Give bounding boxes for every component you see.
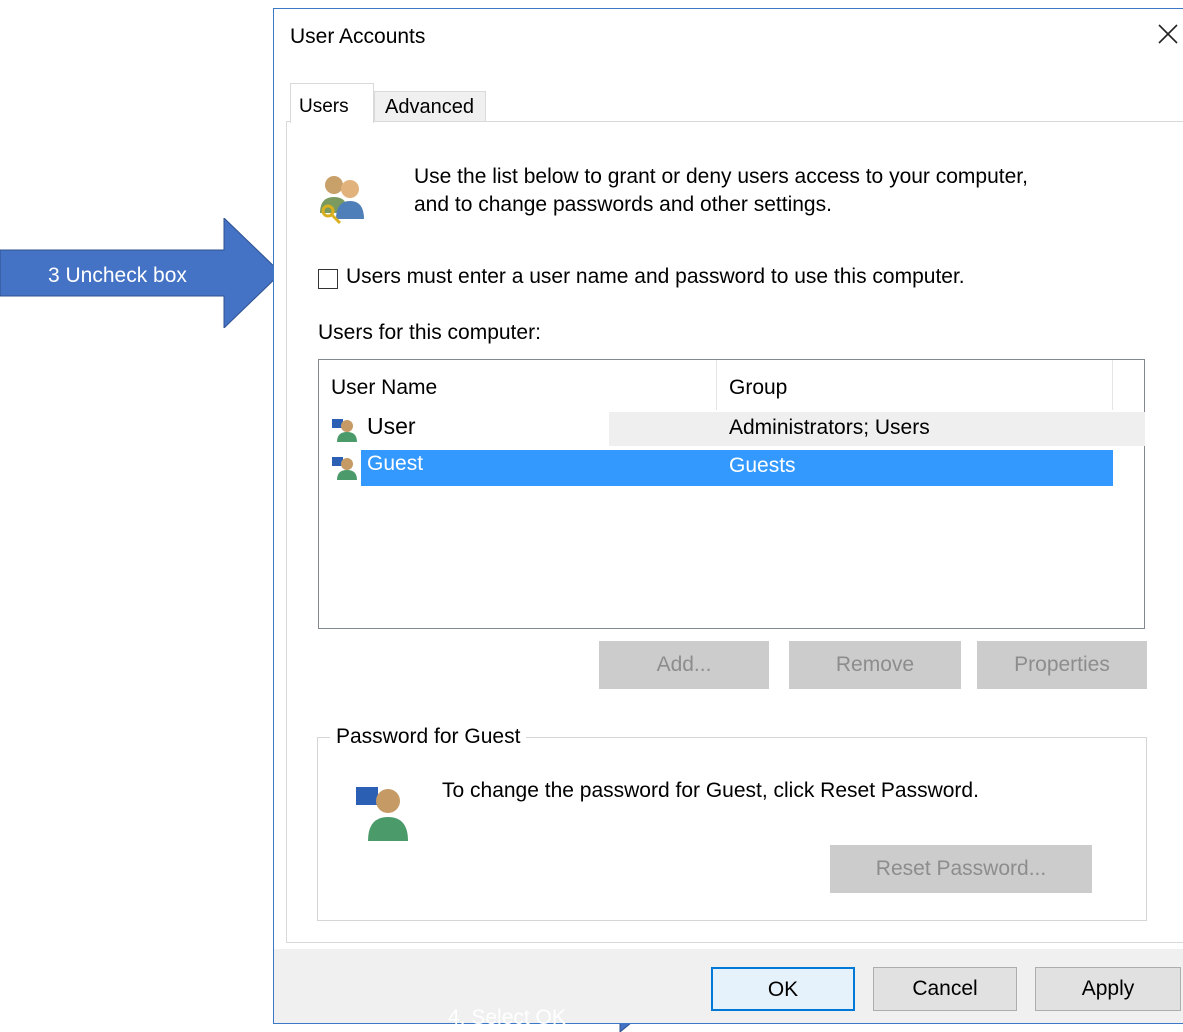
users-keys-icon xyxy=(320,176,364,225)
intro-line-1: Use the list below to grant or deny user… xyxy=(414,165,1028,188)
row-user-name: User xyxy=(367,413,416,439)
password-group-legend: Password for Guest xyxy=(330,725,527,749)
row-group: Guests xyxy=(729,454,796,477)
table-row[interactable]: Guest Guests xyxy=(319,450,1146,486)
row-group: Administrators; Users xyxy=(729,416,930,439)
column-header-user-name[interactable]: User Name xyxy=(319,360,717,410)
close-button[interactable] xyxy=(1147,13,1183,57)
guest-user-icon xyxy=(356,787,408,841)
window-title: User Accounts xyxy=(290,25,426,48)
intro-line-2: and to change passwords and other settin… xyxy=(414,193,832,216)
require-password-label[interactable]: Users must enter a user name and passwor… xyxy=(346,265,965,289)
properties-button[interactable]: Properties xyxy=(977,641,1147,689)
tab-advanced[interactable]: Advanced xyxy=(374,91,486,123)
ok-button[interactable]: OK xyxy=(711,967,855,1011)
intro-description: Use the list below to grant or deny user… xyxy=(414,163,1144,219)
table-row[interactable]: User Administrators; Users xyxy=(319,412,1146,448)
password-groupbox xyxy=(317,737,1147,921)
cancel-button[interactable]: Cancel xyxy=(873,967,1017,1011)
column-header-group[interactable]: Group xyxy=(717,360,1113,410)
row-user-name: Guest xyxy=(367,452,424,475)
user-accounts-dialog: User Accounts Users Advanced Use the lis… xyxy=(273,8,1183,1024)
list-header: User Name Group xyxy=(319,360,1144,410)
remove-button[interactable]: Remove xyxy=(789,641,961,689)
select-ok-callout-text: 4. Select OK xyxy=(448,1006,566,1029)
close-icon xyxy=(1158,24,1178,44)
tab-users[interactable]: Users xyxy=(290,83,374,123)
users-for-computer-label: Users for this computer: xyxy=(318,321,541,344)
require-password-checkbox[interactable] xyxy=(318,269,338,289)
user-icon xyxy=(332,457,357,480)
uncheck-callout-text: 3 Uncheck box xyxy=(48,264,187,287)
user-icon xyxy=(332,419,357,442)
apply-button[interactable]: Apply xyxy=(1035,967,1181,1011)
title-bar: User Accounts xyxy=(274,9,1183,65)
password-instructions: To change the password for Guest, click … xyxy=(442,779,979,802)
users-list[interactable]: User Name Group User Administrators; Use… xyxy=(318,359,1145,629)
reset-password-button[interactable]: Reset Password... xyxy=(830,845,1092,893)
add-button[interactable]: Add... xyxy=(599,641,769,689)
